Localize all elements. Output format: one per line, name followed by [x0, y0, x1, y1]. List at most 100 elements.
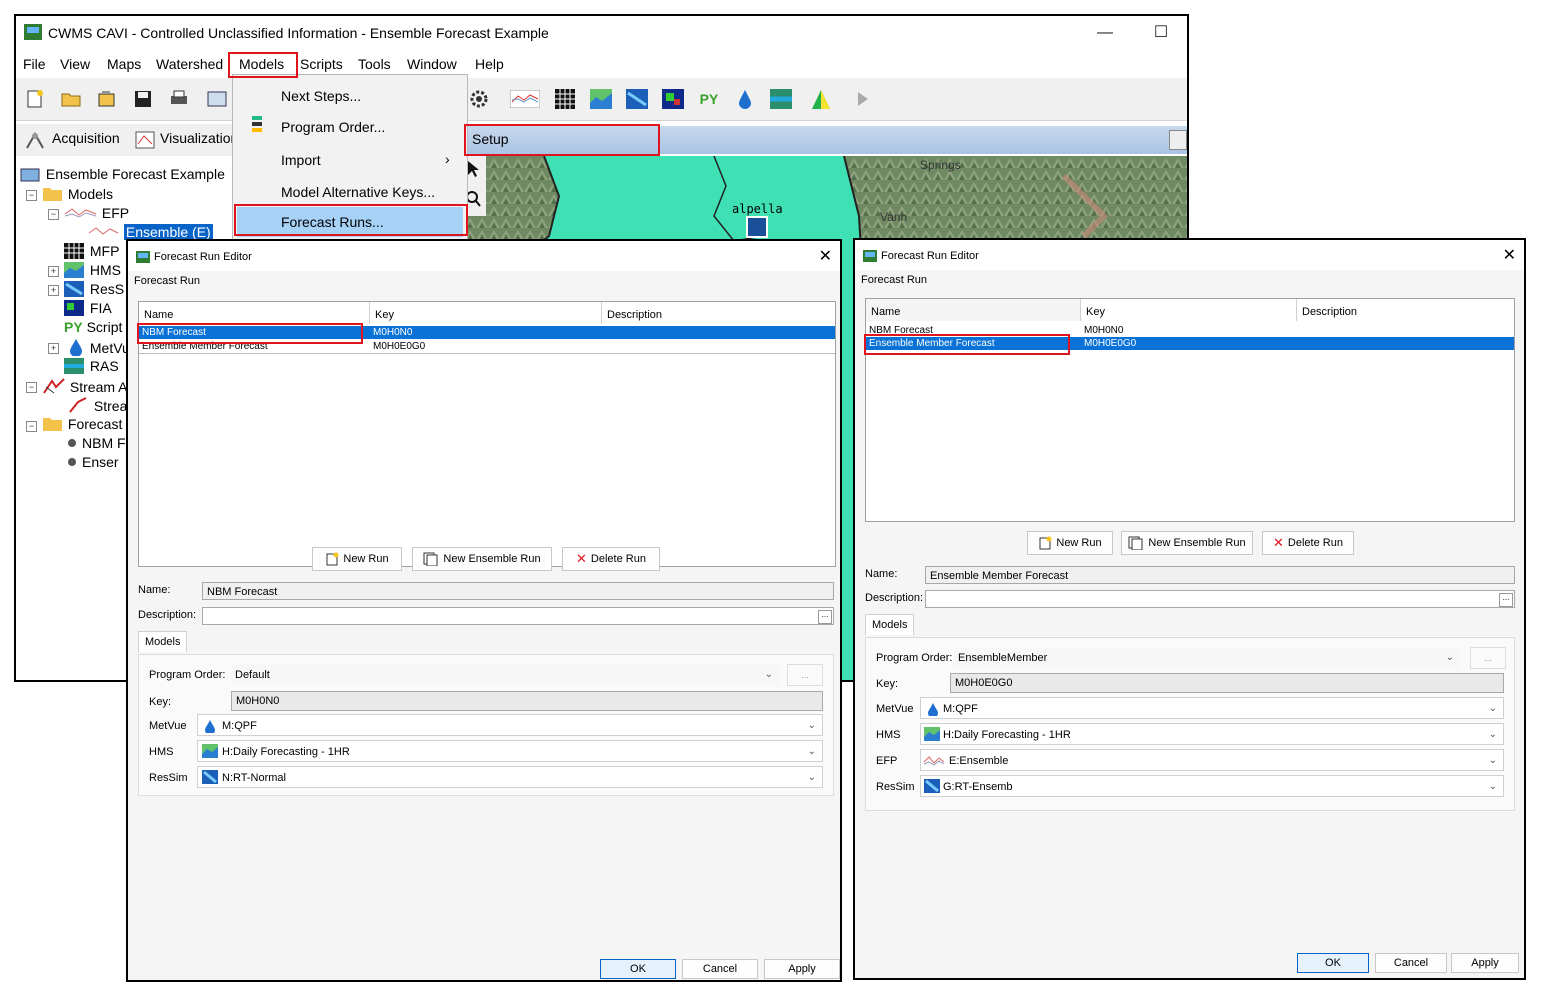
new-ensemble-run-button[interactable]: New Ensemble Run: [412, 547, 552, 571]
collapse-forecast-icon[interactable]: −: [26, 421, 37, 432]
description-field[interactable]: [925, 590, 1515, 608]
collapse-efp-icon[interactable]: −: [48, 209, 59, 220]
model-select-ressim[interactable]: G:RT-Ensemb ⌄: [920, 775, 1504, 797]
mfp-grid-icon[interactable]: [552, 86, 578, 112]
ok-button[interactable]: OK: [600, 959, 676, 979]
save-icon[interactable]: [130, 86, 156, 112]
tree-forecast[interactable]: Forecast: [42, 416, 122, 432]
column-header-name[interactable]: Name: [139, 302, 370, 324]
menu-scripts[interactable]: Scripts: [295, 56, 348, 72]
description-field[interactable]: [202, 607, 834, 625]
expand-ressim-icon[interactable]: +: [48, 285, 59, 296]
key-field[interactable]: M0H0N0: [231, 691, 823, 711]
new-run-button[interactable]: New Run: [312, 547, 402, 571]
python-script-icon[interactable]: PY: [696, 86, 722, 112]
tree-script[interactable]: PY Script: [64, 319, 122, 335]
collapse-stream-icon[interactable]: −: [26, 382, 37, 393]
gear-icon[interactable]: [466, 86, 492, 112]
model-select-hms[interactable]: H:Daily Forecasting - 1HR ⌄: [920, 723, 1504, 745]
new-file-icon[interactable]: [22, 86, 48, 112]
menu-window[interactable]: Window: [402, 56, 462, 72]
menu-view[interactable]: View: [55, 56, 95, 72]
model-select-ressim[interactable]: N:RT-Normal ⌄: [197, 766, 823, 788]
new-ensemble-run-button[interactable]: New Ensemble Run: [1121, 531, 1253, 555]
menu-tools[interactable]: Tools: [353, 56, 396, 72]
tree-ressim[interactable]: ResS: [64, 281, 124, 297]
cancel-button[interactable]: Cancel: [682, 959, 758, 979]
model-select-metvue[interactable]: M:QPF ⌄: [197, 714, 823, 736]
fia-icon[interactable]: [660, 86, 686, 112]
panel-restore-icon[interactable]: [1169, 130, 1187, 150]
tree-hms[interactable]: HMS: [64, 262, 121, 278]
table-row[interactable]: Ensemble Member Forecast M0H0E0G0: [139, 340, 835, 354]
menu-help[interactable]: Help: [470, 56, 509, 72]
tree-models[interactable]: Models: [42, 186, 113, 202]
program-order-browse-button[interactable]: ...: [787, 664, 823, 686]
tab-acquisition[interactable]: Acquisition: [52, 130, 120, 146]
maximize-button[interactable]: ☐: [1148, 22, 1174, 44]
tree-root[interactable]: Ensemble Forecast Example: [20, 166, 225, 182]
column-header-name[interactable]: Name: [866, 299, 1081, 321]
column-header-key[interactable]: Key: [370, 302, 602, 324]
model-select-metvue[interactable]: M:QPF ⌄: [920, 697, 1504, 719]
tree-stream[interactable]: Stream A: [42, 377, 127, 395]
model-select-hms[interactable]: H:Daily Forecasting - 1HR ⌄: [197, 740, 823, 762]
menu-maps[interactable]: Maps: [102, 56, 146, 72]
stats-icon[interactable]: [808, 86, 834, 112]
close-icon[interactable]: ✕: [819, 246, 832, 266]
apply-button[interactable]: Apply: [764, 959, 840, 979]
column-header-key[interactable]: Key: [1081, 299, 1297, 321]
tree-fia[interactable]: FIA: [64, 300, 112, 316]
tab-visualization[interactable]: Visualization: [160, 130, 238, 146]
apply-button[interactable]: Apply: [1451, 953, 1519, 973]
ras-icon[interactable]: [768, 86, 794, 112]
tree-efp[interactable]: EFP: [64, 205, 129, 221]
ok-button[interactable]: OK: [1297, 953, 1369, 973]
menu-models[interactable]: Models: [234, 56, 289, 72]
expand-metvue-icon[interactable]: +: [48, 343, 59, 354]
delete-run-button[interactable]: ✕ Delete Run: [1262, 531, 1354, 555]
print-icon[interactable]: [166, 86, 192, 112]
model-select-efp[interactable]: E:Ensemble ⌄: [920, 749, 1504, 771]
run-arrow-icon[interactable]: [850, 86, 876, 112]
name-field[interactable]: Ensemble Member Forecast: [925, 566, 1515, 584]
column-header-description[interactable]: Description: [1297, 299, 1513, 321]
description-browse-button[interactable]: ...: [818, 610, 832, 624]
menu-item-import[interactable]: Import ›: [233, 145, 467, 175]
column-header-description[interactable]: Description: [602, 302, 834, 324]
name-field[interactable]: NBM Forecast: [202, 582, 834, 600]
menu-item-next-steps[interactable]: Next Steps...: [233, 81, 467, 111]
table-row[interactable]: Ensemble Member Forecast M0H0E0G0: [866, 337, 1514, 350]
efp-chart-icon[interactable]: [508, 86, 542, 112]
program-order-select[interactable]: Default ⌄: [231, 664, 779, 686]
delete-run-button[interactable]: ✕ Delete Run: [562, 547, 660, 571]
menu-item-program-order[interactable]: Program Order...: [233, 112, 467, 142]
menu-item-model-alternative-keys[interactable]: Model Alternative Keys...: [233, 177, 467, 207]
collapse-models-icon[interactable]: −: [26, 190, 37, 201]
tree-metvue[interactable]: MetVu: [68, 338, 130, 357]
open-watershed-icon[interactable]: [94, 86, 120, 112]
menu-file[interactable]: File: [18, 56, 51, 72]
program-order-browse-button[interactable]: ...: [1470, 647, 1506, 669]
open-folder-icon[interactable]: [58, 86, 84, 112]
tab-models[interactable]: Models: [865, 614, 915, 635]
table-row[interactable]: NBM Forecast M0H0N0: [139, 326, 835, 339]
tree-ras[interactable]: RAS: [64, 358, 119, 374]
new-run-button[interactable]: New Run: [1027, 531, 1113, 555]
tab-setup[interactable]: Setup: [472, 131, 509, 147]
tree-mfp[interactable]: MFP: [64, 243, 119, 259]
tree-ensem[interactable]: Enser: [68, 454, 119, 470]
minimize-button[interactable]: —: [1092, 22, 1118, 44]
tree-ensemble[interactable]: Ensemble (E): [88, 224, 213, 240]
ressim-icon[interactable]: [624, 86, 650, 112]
expand-hms-icon[interactable]: +: [48, 266, 59, 277]
tree-stream-child[interactable]: Strea: [68, 396, 127, 414]
cancel-button[interactable]: Cancel: [1375, 953, 1447, 973]
description-browse-button[interactable]: ...: [1499, 593, 1513, 607]
metvue-drop-icon[interactable]: [732, 86, 758, 112]
hms-icon[interactable]: [588, 86, 614, 112]
key-field[interactable]: M0H0E0G0: [950, 673, 1504, 693]
gauge-marker-icon[interactable]: [746, 216, 768, 238]
menu-item-forecast-runs[interactable]: Forecast Runs...: [237, 207, 463, 237]
tree-nbm[interactable]: NBM F: [68, 435, 126, 451]
